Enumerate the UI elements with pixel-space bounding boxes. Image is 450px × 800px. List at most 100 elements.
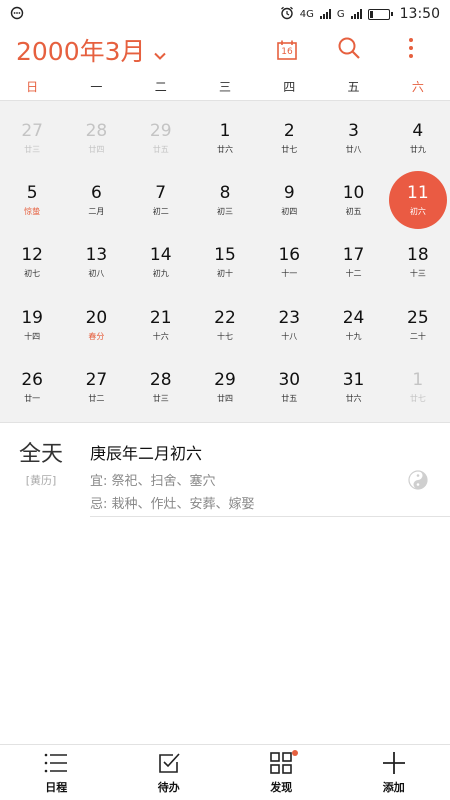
plus-icon [382, 750, 406, 776]
weekday-label: 五 [347, 79, 360, 94]
status-bar: 4G G 13:50 [0, 0, 450, 28]
header-actions: 16 [264, 30, 434, 70]
day-cell[interactable]: 30 廿五 [257, 356, 321, 418]
nav-label: 发现 [270, 781, 293, 794]
nav-add[interactable]: 添加 [338, 745, 450, 800]
day-cell[interactable]: 20 春分 [64, 294, 128, 356]
day-cell[interactable]: 22 十七 [193, 294, 257, 356]
day-cell[interactable]: 1 廿七 [386, 356, 450, 418]
day-detail: 全天 [黄历] 庚辰年二月初六 宜: 祭祀、扫舍、塞穴 忌: 栽种、作灶、安葬、… [0, 424, 450, 520]
header: 2000年3月 16 [0, 28, 450, 72]
nav-todo[interactable]: 待办 [113, 745, 226, 800]
more-button[interactable] [388, 30, 434, 70]
search-button[interactable] [326, 30, 372, 70]
day-cell[interactable]: 23 十八 [257, 294, 321, 356]
lunar-date-label: 十二 [345, 269, 362, 279]
day-cell[interactable]: 19 十四 [0, 294, 64, 356]
lunar-date-label: 廿六 [345, 393, 362, 403]
day-number: 4 [412, 121, 424, 142]
day-cell[interactable]: 13 初八 [64, 231, 128, 293]
nav-discover[interactable]: 发现 [225, 745, 338, 800]
lunar-date-label: 初七 [24, 269, 41, 279]
day-cell[interactable]: 6 二月 [64, 169, 128, 231]
notification-dot [292, 750, 299, 756]
day-cell[interactable]: 3 廿八 [321, 107, 385, 169]
day-cell[interactable]: 24 十九 [321, 294, 385, 356]
notification-dot-icon [10, 5, 24, 24]
day-number: 31 [342, 369, 365, 390]
lunar-date-label: 廿六 [216, 145, 233, 155]
day-cell[interactable]: 21 十六 [129, 294, 193, 356]
day-number: 1 [412, 369, 424, 390]
list-icon [44, 750, 68, 776]
nav-schedule[interactable]: 日程 [0, 745, 113, 800]
day-number: 15 [214, 245, 236, 266]
day-cell[interactable]: 14 初九 [129, 231, 193, 293]
day-cell[interactable]: 1 廿六 [193, 107, 257, 169]
day-cell[interactable]: 4 廿九 [386, 107, 450, 169]
lunar-date-label: 廿九 [409, 145, 426, 155]
month-selector[interactable]: 2000年3月 [16, 32, 166, 68]
day-cell[interactable]: 9 初四 [257, 169, 321, 231]
battery-fill [369, 10, 373, 18]
status-right: 4G G 13:50 [280, 6, 440, 23]
day-cell[interactable]: 31 廿六 [321, 356, 385, 418]
lunar-date-label: 十九 [345, 331, 362, 341]
day-cell[interactable]: 2 廿七 [257, 107, 321, 169]
day-number: 7 [155, 183, 167, 204]
day-cell-selected[interactable]: 11 初六 [386, 169, 450, 231]
weekday-label: 二 [154, 79, 167, 94]
day-number: 28 [149, 369, 172, 390]
nav-label: 日程 [45, 781, 68, 794]
day-cell[interactable]: 25 二十 [386, 294, 450, 356]
day-cell[interactable]: 8 初三 [193, 169, 257, 231]
day-cell[interactable]: 29 廿五 [129, 107, 193, 169]
day-cell[interactable]: 7 初二 [129, 169, 193, 231]
day-number: 19 [21, 307, 43, 328]
lunar-date-label: 廿四 [88, 145, 105, 155]
lunar-date-label: 二月 [88, 207, 105, 217]
lunar-date-label: 初五 [345, 207, 362, 217]
day-number: 28 [85, 121, 108, 142]
allday-block: 全天 [黄历] [14, 436, 68, 488]
day-cell[interactable]: 18 十三 [386, 231, 450, 293]
day-number: 17 [342, 245, 365, 266]
day-cell[interactable]: 28 廿四 [64, 107, 128, 169]
day-cell[interactable]: 16 十一 [257, 231, 321, 293]
day-number: 27 [85, 369, 108, 390]
day-number: 12 [21, 245, 43, 266]
lunar-date-label: 二十 [409, 331, 426, 341]
allday-label: 全天 [18, 442, 63, 467]
day-cell[interactable]: 27 廿三 [0, 107, 64, 169]
day-cell[interactable]: 26 廿一 [0, 356, 64, 418]
grid-icon [270, 750, 299, 776]
day-number: 29 [149, 121, 172, 142]
today-button[interactable]: 16 [264, 30, 310, 70]
today-badge: 16 [281, 47, 293, 57]
day-number: 1 [219, 121, 231, 142]
almanac-avoid: 忌: 栽种、作灶、安葬、嫁娶 [90, 497, 255, 512]
weekday-header: 日 一 二 三 四 五 六 [0, 72, 450, 100]
lunar-date-label: 十六 [152, 331, 169, 341]
day-cell[interactable]: 27 廿二 [64, 356, 128, 418]
lunar-date-label: 初三 [216, 207, 233, 217]
day-cell[interactable]: 10 初五 [321, 169, 385, 231]
signal-icon [319, 9, 331, 19]
day-cell[interactable]: 29 廿四 [193, 356, 257, 418]
day-cell[interactable]: 17 十二 [321, 231, 385, 293]
day-cell[interactable]: 5 惊蛰 [0, 169, 64, 231]
lunar-date: 庚辰年二月初六 [90, 444, 203, 463]
day-number: 6 [91, 183, 102, 204]
day-number: 21 [149, 307, 172, 328]
nav-label: 待办 [157, 781, 180, 794]
lunar-date-label: 廿八 [345, 145, 362, 155]
status-left [10, 5, 24, 24]
network-label-2: G [336, 8, 345, 20]
day-cell[interactable]: 28 廿三 [129, 356, 193, 418]
almanac-card[interactable]: 庚辰年二月初六 宜: 祭祀、扫舍、塞穴 忌: 栽种、作灶、安葬、嫁娶 [90, 440, 450, 517]
day-cell[interactable]: 12 初七 [0, 231, 64, 293]
day-cell[interactable]: 15 初十 [193, 231, 257, 293]
yin-yang-icon[interactable] [408, 470, 428, 494]
lunar-date-label: 初四 [281, 207, 298, 217]
lunar-date-label: 初二 [152, 207, 169, 217]
